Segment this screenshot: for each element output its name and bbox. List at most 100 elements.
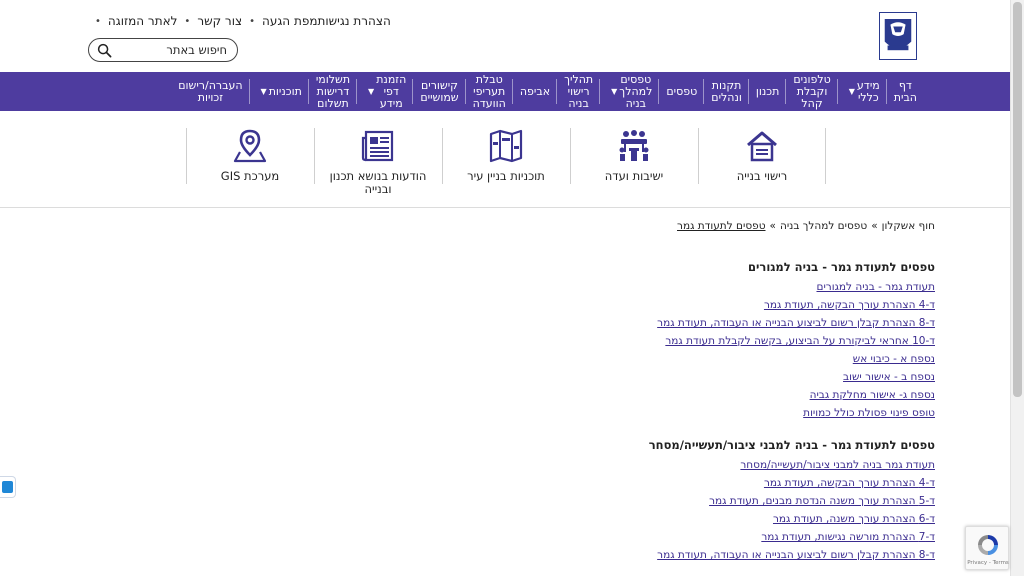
tile-2[interactable]: תוכניות בניין עיר (442, 128, 570, 204)
house-icon (744, 128, 780, 164)
list-item: ד-4 הצהרת עורך הבקשה, תעודת גמר (415, 296, 935, 314)
nav-item-2[interactable]: טלפונים וקבלת קהל (786, 72, 839, 111)
forms-list-public-industrial: תעודת גמר בניה למבני ציבור/תעשייה/מסחר ד-… (415, 456, 935, 564)
nav-item-label: אביפה (519, 84, 551, 98)
tile-label: הודעות בנושא תכנון ובנייה (329, 169, 427, 196)
top-links: לאתר המזוגה • צור קשר • מפת הגעה • הצהרת נג… (95, 14, 391, 28)
nav-item-1[interactable]: מידע כללי ▼ (838, 72, 887, 111)
nav-item-8[interactable]: אביפה (513, 72, 558, 111)
tile-0[interactable]: רישוי בנייה (698, 128, 826, 204)
tile-3[interactable]: הודעות בנושא תכנון ובנייה (314, 128, 442, 204)
list-item: טופס פינוי פסולת כולל כמויות (415, 404, 935, 422)
breadcrumb-separator: » (871, 220, 878, 232)
breadcrumb-home[interactable]: חוף אשקלון (882, 220, 935, 232)
nav-item-3[interactable]: תכנון (749, 72, 787, 111)
list-item: ד-8 הצהרת קבלן רשום לביצוע הבנייה או העב… (415, 314, 935, 332)
nav-item-12[interactable]: תשלומי דרישות תשלום (309, 72, 358, 111)
nav-item-label: העברה/רישום זכויות (178, 78, 243, 104)
list-item: ד-7 הצהרת מורשה נגישות, תעודת גמר (415, 528, 935, 546)
map-pin-icon (232, 128, 268, 164)
form-link[interactable]: ד-10 אחראי לביקורת על הביצוע, בקשה לקבלת… (665, 335, 935, 347)
recaptcha-badge[interactable]: Privacy - Terms (965, 526, 1009, 570)
tile-1[interactable]: ישיבות ועדה (570, 128, 698, 204)
accessibility-widget-button[interactable] (0, 476, 16, 498)
nav-item-10[interactable]: קישורים שמושיים (413, 72, 466, 111)
form-link[interactable]: נספח א - כיבוי אש (853, 353, 935, 365)
nav-item-label: הזמנת דפי מידע (376, 72, 407, 110)
page-scrollbar[interactable] (1010, 0, 1024, 576)
nav-item-label: קישורים שמושיים (420, 78, 459, 104)
map-book-icon (488, 128, 524, 164)
meeting-icon (616, 128, 652, 164)
tile-label: מערכת GIS (220, 169, 280, 183)
nav-item-4[interactable]: תקנות ונהלים (704, 72, 749, 111)
scrollbar-thumb[interactable] (1013, 2, 1022, 397)
breadcrumb-building-forms[interactable]: טפסים למהלך בניה (780, 220, 867, 232)
nav-item-label: תשלומי דרישות תשלום (315, 72, 351, 110)
forms-list-residential: תעודת גמר - בניה למגורים ד-4 הצהרת עורך ה… (415, 278, 935, 422)
nav-item-label: טבלת תעריפי הוועדה (472, 72, 506, 110)
search-icon[interactable] (97, 43, 112, 58)
list-item: נספח ג- אישור מחלקת גביה (415, 386, 935, 404)
accessibility-icon (2, 481, 13, 493)
list-item: תעודת גמר בניה למבני ציבור/תעשייה/מסחר (415, 456, 935, 474)
form-link[interactable]: ד-8 הצהרת קבלן רשום לביצוע הבנייה או העב… (657, 549, 935, 561)
main-nav: דף הבית מידע כללי ▼ טלפונים וקבלת קהל תכנון ת… (171, 72, 924, 111)
top-link-accessibility-statement[interactable]: הצהרת נגישות (317, 14, 390, 28)
form-link[interactable]: ד-4 הצהרת עורך הבקשה, תעודת גמר (764, 477, 935, 489)
tile-4[interactable]: מערכת GIS (186, 128, 314, 204)
site-search (88, 38, 238, 62)
nav-item-5[interactable]: טפסים (659, 72, 705, 111)
list-item: ד-8 הצהרת קבלן רשום לביצוע הבנייה או העב… (415, 546, 935, 564)
nav-item-13[interactable]: תוכניות ▼ (250, 72, 310, 111)
list-item: ד-5 הצהרת עורך משנה הנדסת מבנים, תעודת ג… (415, 492, 935, 510)
form-link[interactable]: נספח ב - אישור ישוב (843, 371, 935, 383)
nav-item-0[interactable]: דף הבית (887, 72, 924, 111)
form-link[interactable]: ד-8 הצהרת קבלן רשום לביצוע הבנייה או העב… (657, 317, 935, 329)
nav-item-label: תהליך רישוי בניה (564, 72, 594, 110)
form-link[interactable]: ד-5 הצהרת עורך משנה הנדסת מבנים, תעודת ג… (709, 495, 935, 507)
main-nav-bar: דף הבית מידע כללי ▼ טלפונים וקבלת קהל תכנון ת… (0, 72, 1010, 111)
nav-item-7[interactable]: תהליך רישוי בניה (557, 72, 601, 111)
form-link[interactable]: ד-7 הצהרת מורשה נגישות, תעודת גמר (761, 531, 935, 543)
caret-down-icon: ▼ (848, 86, 855, 96)
search-input[interactable] (127, 42, 227, 58)
nav-item-label: טפסים למהלך בניה (619, 72, 653, 110)
tile-label: ישיבות ועדה (604, 169, 664, 183)
list-item: נספח א - כיבוי אש (415, 350, 935, 368)
caret-down-icon: ▼ (260, 86, 267, 96)
site-header: לאתר המזוגה • צור קשר • מפת הגעה • הצהרת נג… (0, 0, 1010, 72)
newspaper-icon (360, 128, 396, 164)
nav-item-11[interactable]: הזמנת דפי מידע ▼ (357, 72, 414, 111)
top-link-contact[interactable]: צור קשר (197, 14, 242, 28)
list-item: נספח ב - אישור ישוב (415, 368, 935, 386)
form-link[interactable]: טופס פינוי פסולת כולל כמויות (803, 407, 935, 419)
recaptcha-icon (978, 535, 998, 555)
caret-down-icon: ▼ (368, 86, 375, 96)
nav-item-label: תוכניות (268, 84, 302, 98)
main-content: חוף אשקלון » טפסים למהלך בניה » טפסים לת… (415, 216, 935, 564)
nav-item-6[interactable]: טפסים למהלך בניה ▼ (600, 72, 660, 111)
nav-item-label: דף הבית (893, 78, 917, 104)
nav-item-label: טלפונים וקבלת קהל (793, 72, 831, 110)
recaptcha-text[interactable]: Privacy - Terms (966, 560, 1010, 566)
nav-item-9[interactable]: טבלת תעריפי הוועדה (466, 72, 514, 111)
form-link[interactable]: תעודת גמר - בניה למגורים (816, 281, 935, 293)
form-link[interactable]: נספח ג- אישור מחלקת גביה (810, 389, 935, 401)
caret-down-icon: ▼ (611, 86, 618, 96)
top-link-committee-site[interactable]: לאתר המזוגה (108, 14, 178, 28)
form-link[interactable]: תעודת גמר בניה למבני ציבור/תעשייה/מסחר (740, 459, 935, 471)
breadcrumb: חוף אשקלון » טפסים למהלך בניה » טפסים לת… (415, 216, 935, 236)
top-link-directions-map[interactable]: מפת הגעה (262, 14, 317, 28)
site-logo[interactable] (879, 12, 917, 60)
nav-item-label: תכנון (755, 84, 780, 98)
form-link[interactable]: ד-4 הצהרת עורך הבקשה, תעודת גמר (764, 299, 935, 311)
section-title-public-industrial: טפסים לתעודת גמר - בניה למבני ציבור/תעשי… (648, 438, 935, 452)
breadcrumb-separator: » (769, 220, 776, 232)
form-link[interactable]: ד-6 הצהרת עורך משנה, תעודת גמר (773, 513, 935, 525)
tile-label: תוכניות בניין עיר (467, 169, 545, 183)
breadcrumb-current: טפסים לתעודת גמר (677, 220, 766, 232)
tile-label: רישוי בנייה (736, 169, 788, 183)
list-item: תעודת גמר - בניה למגורים (415, 278, 935, 296)
nav-item-14[interactable]: העברה/רישום זכויות (171, 72, 250, 111)
